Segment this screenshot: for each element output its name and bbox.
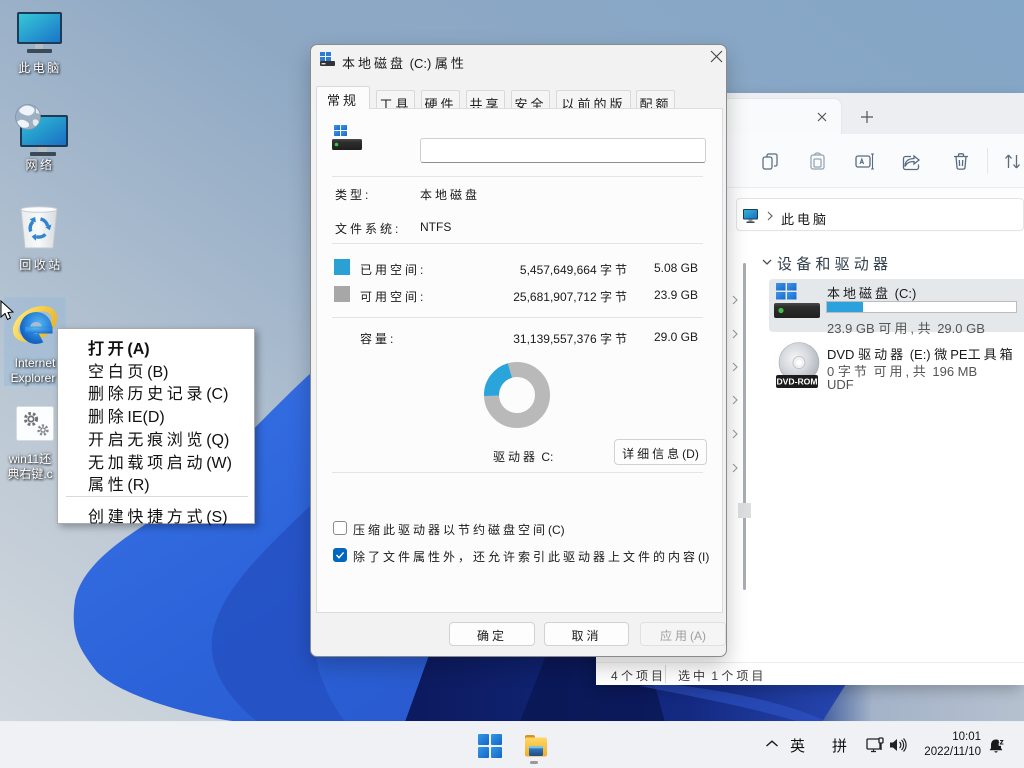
svg-text:DVD-ROM: DVD-ROM bbox=[776, 377, 817, 387]
svg-text:z: z bbox=[1000, 737, 1004, 747]
